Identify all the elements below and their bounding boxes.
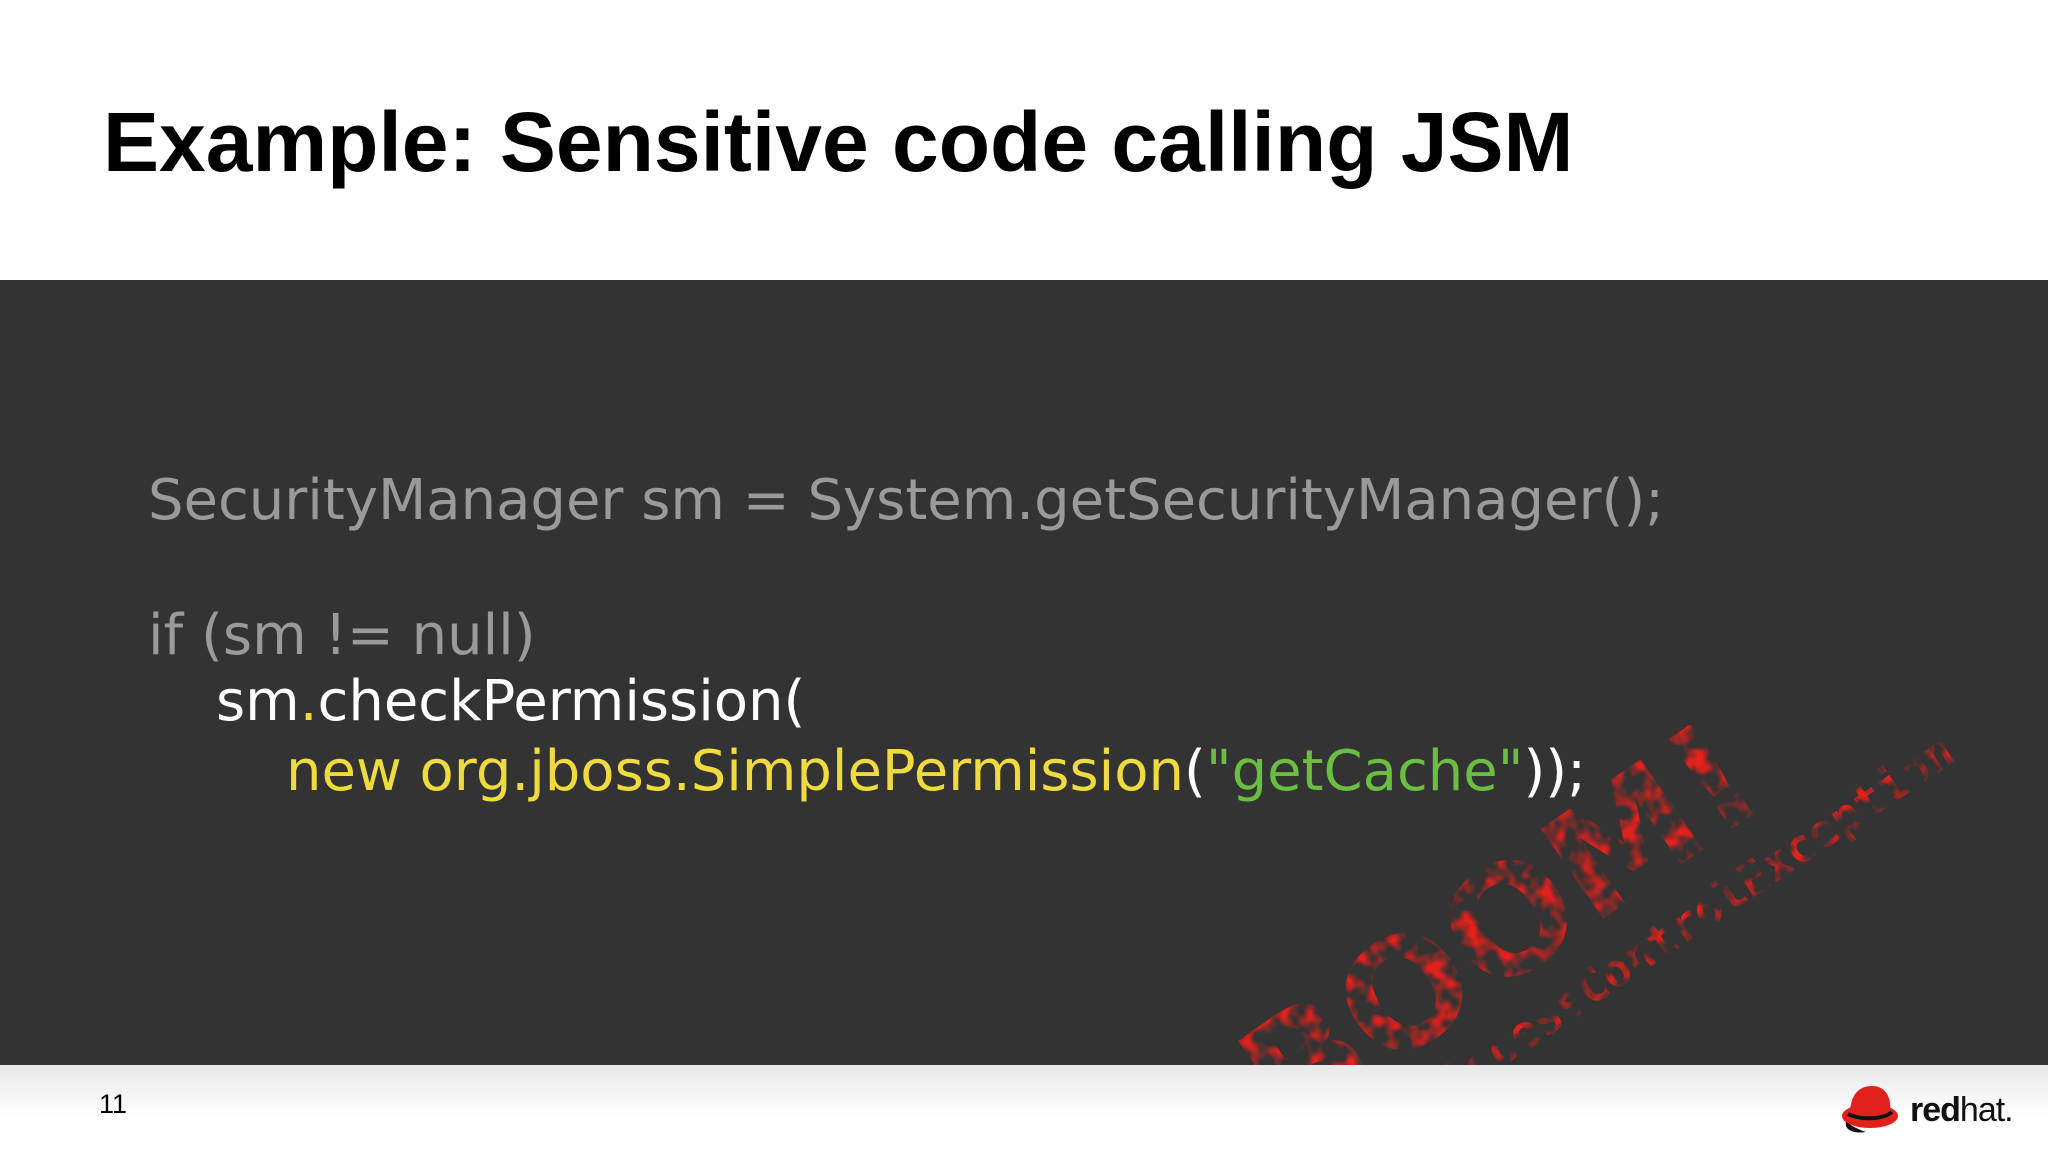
page-number: 11 <box>99 1089 128 1119</box>
red-hat-wordmark: redhat. <box>1910 1091 2014 1129</box>
footer-band <box>0 1065 2048 1152</box>
boom-stamp: BOOM! AccessControlException <box>1210 689 1963 1065</box>
red-hat-logo: redhat. <box>1840 1080 2020 1136</box>
slide-title: Example: Sensitive code calling JSM <box>103 95 1574 189</box>
brand-bold: red <box>1910 1091 1961 1129</box>
brand-light: hat. <box>1959 1091 2014 1129</box>
red-hat-fedora-icon <box>1842 1086 1898 1133</box>
code-panel: SecurityManager sm = System.getSecurityM… <box>0 280 2048 1065</box>
boom-text: BOOM! <box>1210 689 1791 1065</box>
